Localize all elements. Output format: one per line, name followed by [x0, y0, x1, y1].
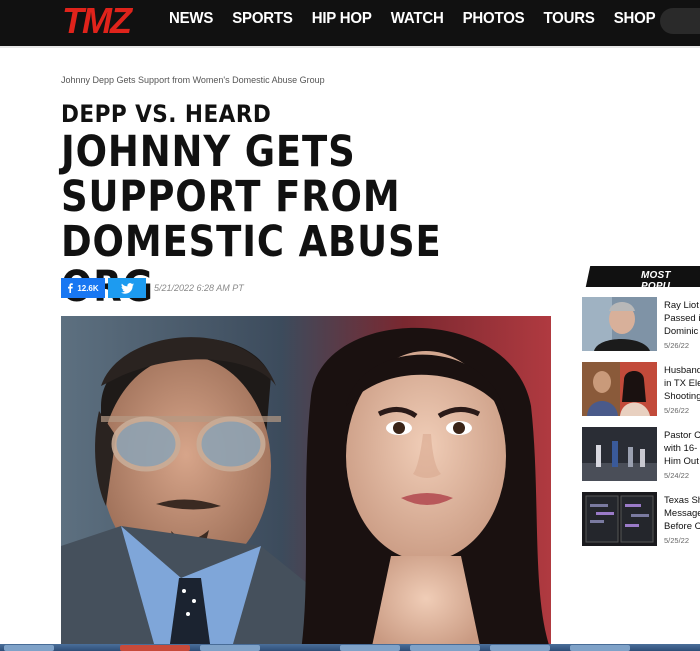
twitter-share-button[interactable]: [108, 278, 146, 298]
article-hero-image[interactable]: [61, 316, 551, 651]
twitter-icon: [120, 282, 134, 294]
popular-title: Ray Liot Passed i Dominic: [664, 300, 700, 337]
facebook-share-button[interactable]: 12.6K: [61, 278, 105, 298]
taskbar-button[interactable]: [120, 645, 190, 651]
popular-item[interactable]: Texas Sh Message Before C 5/25/22: [582, 492, 700, 546]
headline-line: JOHNNY GETS: [61, 127, 356, 177]
popular-item[interactable]: Pastor C with 16- Him Out 5/24/22: [582, 427, 700, 481]
nav-watch[interactable]: WATCH: [391, 10, 444, 28]
search-input[interactable]: [660, 8, 700, 34]
breadcrumb[interactable]: Johnny Depp Gets Support from Women's Do…: [61, 75, 325, 85]
nav-photos[interactable]: PHOTOS: [463, 10, 525, 28]
taskbar-button[interactable]: [570, 645, 630, 651]
tmz-logo[interactable]: TMZ: [60, 0, 146, 40]
hero-photo: [61, 316, 551, 651]
nav-tours[interactable]: TOURS: [543, 10, 594, 28]
most-popular-header: MOST POPU: [641, 270, 671, 292]
logo-text: TMZ: [62, 0, 134, 40]
popular-thumbnail[interactable]: [582, 492, 657, 546]
nav-hip-hop[interactable]: HIP HOP: [312, 10, 372, 28]
popular-thumbnail[interactable]: [582, 427, 657, 481]
taskbar-button[interactable]: [200, 645, 260, 651]
article-date: 5/21/2022 6:28 AM PT: [154, 283, 244, 293]
taskbar-button[interactable]: [490, 645, 550, 651]
nav-shop[interactable]: SHOP: [614, 10, 656, 28]
popular-date: 5/24/22: [664, 471, 690, 480]
popular-date: 5/26/22: [664, 341, 690, 350]
header-divider: [0, 46, 700, 48]
facebook-share-count: 12.6K: [77, 283, 99, 293]
popular-thumbnail[interactable]: [582, 297, 657, 351]
taskbar-button[interactable]: [410, 645, 480, 651]
popular-title: Husband in TX Ele Shooting: [664, 365, 700, 402]
popular-title: Pastor C with 16- Him Out: [664, 430, 700, 467]
popular-date: 5/25/22: [664, 536, 690, 545]
top-navigation-bar: TMZ NEWS SPORTS HIP HOP WATCH PHOTOS TOU…: [0, 0, 700, 46]
facebook-icon: [68, 283, 74, 293]
article-kicker: DEPP VS. HEARD: [61, 100, 272, 128]
popular-thumbnail[interactable]: [582, 362, 657, 416]
nav-sports[interactable]: SPORTS: [232, 10, 293, 28]
popular-item[interactable]: Husband in TX Ele Shooting 5/26/22: [582, 362, 700, 416]
nav-news[interactable]: NEWS: [169, 10, 213, 28]
headline-line: SUPPORT FROM: [61, 172, 401, 222]
main-nav: NEWS SPORTS HIP HOP WATCH PHOTOS TOURS S…: [169, 10, 674, 28]
taskbar-button[interactable]: [340, 645, 400, 651]
popular-item[interactable]: Ray Liot Passed i Dominic 5/26/22: [582, 297, 700, 351]
popular-date: 5/26/22: [664, 406, 690, 415]
taskbar-button[interactable]: [4, 645, 54, 651]
popular-title: Texas Sh Message Before C: [664, 495, 700, 532]
